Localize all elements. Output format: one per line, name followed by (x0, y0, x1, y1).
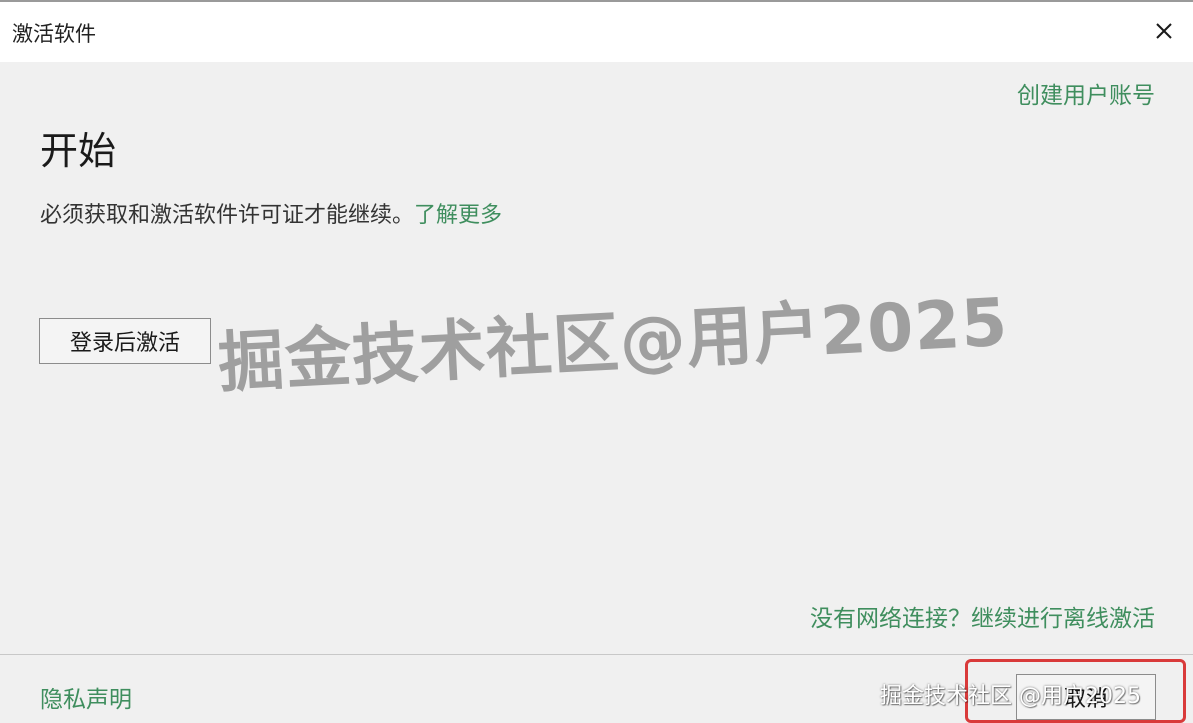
close-button[interactable] (1149, 16, 1179, 46)
privacy-statement-link[interactable]: 隐私声明 (40, 680, 132, 714)
title-bar: 激活软件 (0, 2, 1193, 62)
create-account-link[interactable]: 创建用户账号 (1017, 76, 1155, 110)
learn-more-link[interactable]: 了解更多 (414, 203, 502, 228)
description-text: 必须获取和激活软件许可证才能继续。了解更多 (40, 197, 502, 229)
page-title: 开始 (40, 129, 117, 173)
close-icon (1156, 23, 1172, 39)
watermark-large: 掘金技术社区@用户2025 (216, 283, 1010, 402)
footer-divider (0, 654, 1193, 655)
sign-in-activate-button[interactable]: 登录后激活 (39, 318, 211, 364)
license-required-text: 必须获取和激活软件许可证才能继续。 (40, 203, 415, 228)
activation-dialog: 激活软件 创建用户账号 开始 必须获取和激活软件许可证才能继续。了解更多 登录后… (0, 0, 1193, 723)
offline-activation-link[interactable]: 没有网络连接？继续进行离线激活 (810, 599, 1155, 633)
cancel-button[interactable]: 取消 (1016, 674, 1156, 720)
window-title: 激活软件 (12, 22, 96, 46)
